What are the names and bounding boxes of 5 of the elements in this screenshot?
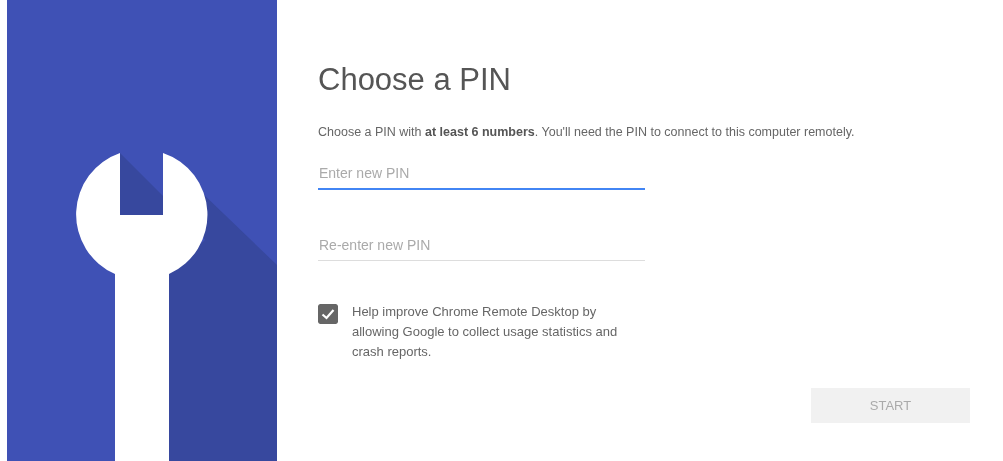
consent-label: Help improve Chrome Remote Desktop by allowing Google to collect usage statistics and crash reports. <box>352 303 619 361</box>
checkbox[interactable] <box>318 304 338 324</box>
page-title: Choose a PIN <box>318 62 512 98</box>
pin-field[interactable]: Enter new PIN <box>318 160 645 190</box>
instruction-text: Choose a PIN with at least 6 numbers. You'll need the PIN to connect to this computer remotely. <box>318 125 856 139</box>
